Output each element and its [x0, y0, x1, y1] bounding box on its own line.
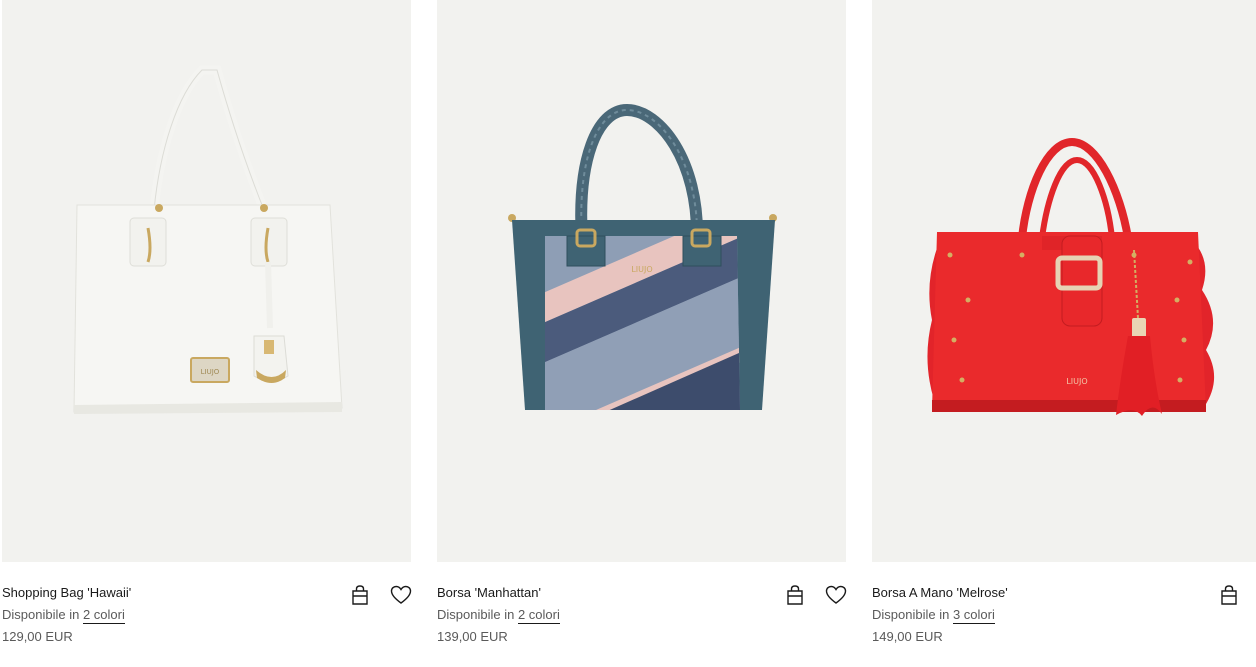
product-name[interactable]: Borsa 'Manhattan' — [437, 584, 541, 601]
white-tote-bag-image: LIUJO — [73, 65, 343, 414]
brand-logo: LIUJO — [201, 368, 220, 376]
colors-link[interactable]: 2 colori — [82, 607, 125, 624]
product-name[interactable]: Shopping Bag 'Hawaii' — [2, 584, 131, 601]
product-availability: Disponibile in 3 colori — [872, 606, 995, 624]
product-price: 139,00 EUR — [437, 629, 508, 644]
shopping-bag-icon[interactable] — [349, 584, 371, 606]
colors-link[interactable]: 2 colori — [517, 607, 560, 624]
red-ruffle-handbag-image: LIUJO — [927, 137, 1215, 416]
shopping-bag-icon[interactable] — [784, 584, 806, 606]
heart-icon[interactable] — [390, 584, 412, 606]
product-card: LIUJO Borsa A Mano 'Melrose' Disponibile… — [872, 0, 1256, 667]
product-availability: Disponibile in 2 colori — [2, 606, 125, 624]
brand-logo: LIUJO — [631, 265, 652, 274]
shopping-bag-icon[interactable] — [1218, 584, 1240, 606]
product-availability: Disponibile in 2 colori — [437, 606, 560, 624]
product-card: LIUJO Shopping Bag 'Hawaii' Disponibile … — [2, 0, 412, 667]
product-grid: LIUJO Shopping Bag 'Hawaii' Disponibile … — [0, 0, 1256, 667]
availability-label: Disponibile in — [2, 607, 80, 622]
availability-label: Disponibile in — [437, 607, 515, 622]
availability-label: Disponibile in — [872, 607, 950, 622]
blue-striped-handbag-image: LIUJO — [508, 103, 777, 410]
product-image-link[interactable]: LIUJO — [2, 0, 411, 562]
product-info: Borsa A Mano 'Melrose' Disponibile in 3 … — [872, 584, 1256, 664]
brand-logo: LIUJO — [1066, 377, 1087, 386]
product-price: 149,00 EUR — [872, 629, 943, 644]
product-price: 129,00 EUR — [2, 629, 73, 644]
colors-link[interactable]: 3 colori — [952, 607, 995, 624]
product-image-link[interactable]: LIUJO — [437, 0, 846, 562]
product-name[interactable]: Borsa A Mano 'Melrose' — [872, 584, 1008, 601]
heart-icon[interactable] — [825, 584, 847, 606]
product-image-link[interactable]: LIUJO — [872, 0, 1256, 562]
product-card: LIUJO Borsa 'Manhattan' Disponibile in 2… — [437, 0, 847, 667]
